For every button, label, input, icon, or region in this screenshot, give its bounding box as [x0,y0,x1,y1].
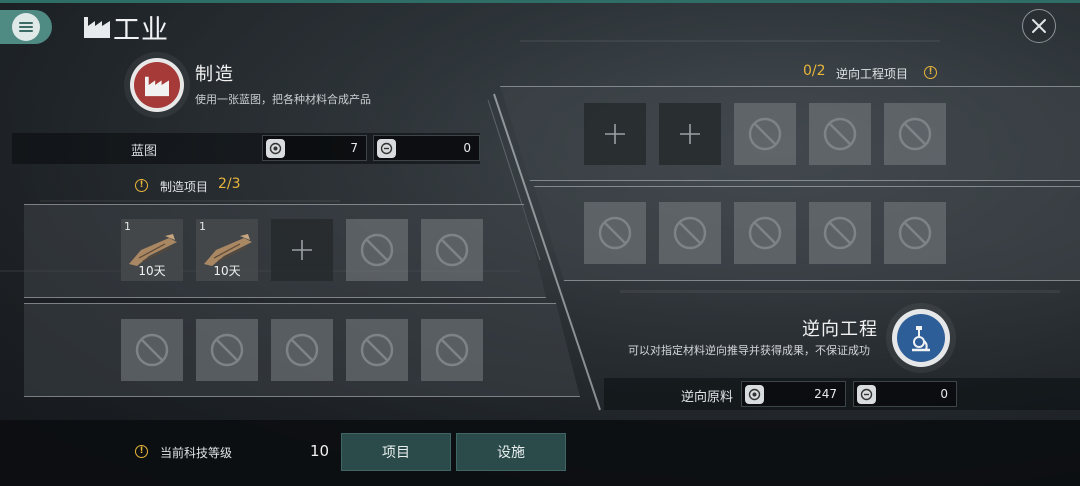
reverse-locked-slot [734,103,796,165]
locked-icon [360,333,394,367]
manufacture-locked-slot [346,319,408,381]
close-icon [1032,19,1046,33]
tab-projects[interactable]: 项目 [341,433,451,471]
locked-icon [823,216,857,250]
locked-icon [135,333,169,367]
microscope-icon [912,326,930,352]
locked-icon [748,216,782,250]
item-duration: 10天 [138,264,166,278]
locked-icon [435,333,469,367]
tech-level-label: 当前科技等级 [160,446,233,460]
tech-level-value: 10 [310,442,330,460]
reverse-title: 逆向工程 [802,319,878,340]
material-token-alt-icon [857,384,876,404]
reverse-description: 可以对指定材料逆向推导并获得成果，不保证成功 [628,344,870,357]
manufacture-locked-slot [421,219,483,281]
reverse-engineering-icon [892,309,950,367]
locked-icon [598,216,632,250]
locked-icon [898,216,932,250]
reverse-projects-count: 0/2 [803,63,826,79]
plus-icon [292,240,312,260]
reverse-projects-label: 逆向工程项目 [836,67,909,81]
menu-icon [19,22,33,32]
reverse-locked-slot [584,202,646,264]
factory-icon [145,76,169,97]
manufacture-locked-slot [196,319,258,381]
manufacture-add-slot[interactable] [271,219,333,281]
locked-icon [360,233,394,267]
manufacture-icon [130,58,184,112]
reverse-locked-slot [884,202,946,264]
tab-facilities[interactable]: 设施 [456,433,566,471]
locked-icon [435,233,469,267]
manufacture-locked-slot [346,219,408,281]
blueprint-token-icon [266,138,285,158]
locked-icon [285,333,319,367]
page-title: 工业 [113,15,169,46]
close-button[interactable] [1022,9,1056,43]
bg-streak [520,40,940,42]
bg-streak [40,200,340,202]
blueprint-token-alt-icon [377,138,396,158]
reverse-add-slot[interactable] [659,103,721,165]
locked-icon [210,333,244,367]
reverse-locked-slot [809,202,871,264]
blueprint-resource-b: 0 [373,135,480,161]
locked-icon [823,117,857,151]
blueprint-label: 蓝图 [131,144,158,159]
warning-icon[interactable]: ! [924,66,937,79]
reverse-add-slot[interactable] [584,103,646,165]
locked-icon [748,117,782,151]
blueprint-resource-a: 7 [262,135,367,161]
material-label: 逆向原料 [681,390,734,405]
warning-icon[interactable]: ! [135,179,148,192]
menu-button[interactable] [0,10,52,44]
material-resource-b-value: 0 [940,387,948,401]
material-resource-b: 0 [853,381,957,407]
manufacture-projects-count: 2/3 [218,176,241,192]
manufacture-item-slot[interactable]: 1 10天 [196,219,258,281]
item-duration: 10天 [213,264,241,278]
material-token-icon [745,384,764,404]
item-quantity: 1 [199,220,206,233]
blueprint-resource-b-value: 0 [463,141,471,155]
material-resource-a-value: 247 [814,387,837,401]
factory-icon [84,17,110,38]
manufacture-locked-slot [121,319,183,381]
manufacture-locked-slot [271,319,333,381]
locked-icon [898,117,932,151]
top-accent-line [0,0,1080,3]
manufacture-locked-slot [421,319,483,381]
bg-streak [620,290,1060,293]
manufacture-item-slot[interactable]: 1 10天 [121,219,183,281]
reverse-locked-slot [809,103,871,165]
manufacture-title: 制造 [195,64,235,85]
reverse-locked-slot [734,202,796,264]
plus-icon [605,124,625,144]
material-resource-a: 247 [741,381,846,407]
blueprint-resource-a-value: 7 [350,141,358,155]
manufacture-description: 使用一张蓝图，把各种材料合成产品 [195,93,371,106]
plus-icon [680,124,700,144]
locked-icon [673,216,707,250]
manufacture-projects-label: 制造项目 [160,180,209,194]
item-quantity: 1 [124,220,131,233]
reverse-locked-slot [659,202,721,264]
reverse-locked-slot [884,103,946,165]
warning-icon[interactable]: ! [135,445,148,458]
